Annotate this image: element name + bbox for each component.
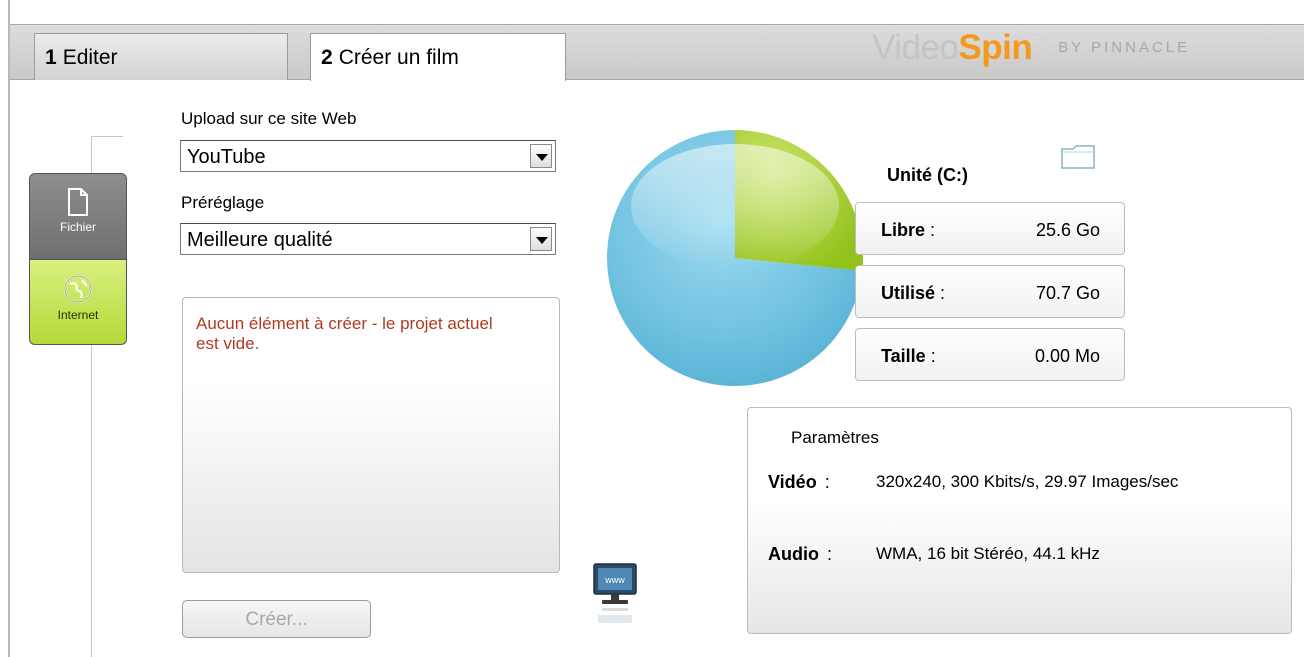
nav-file-label: Fichier xyxy=(59,220,96,234)
globe-icon xyxy=(64,275,92,303)
audio-label: Audio xyxy=(768,544,819,564)
pie-gloss xyxy=(631,144,839,268)
project-size-row: Taille : 0.00 Mo xyxy=(855,328,1125,381)
logo-spin-text: Spin xyxy=(958,28,1033,67)
nav-internet-label: Internet xyxy=(57,308,99,322)
video-key: Vidéo: xyxy=(768,472,830,493)
nav-file-button[interactable]: Fichier xyxy=(29,173,127,261)
audio-colon: : xyxy=(827,544,833,564)
videospin-logo: VideoSpin BY PINNACLE xyxy=(872,28,1190,68)
audio-settings-value: WMA, 16 bit Stéréo, 44.1 kHz xyxy=(876,544,1100,563)
disk-free-value: 25.6 Go xyxy=(1035,220,1100,240)
disk-used-label: Utilisé xyxy=(881,283,936,303)
disk-free-key: Libre : xyxy=(881,220,935,241)
parameters-title: Paramètres xyxy=(791,428,879,447)
status-message: Aucun élément à créer - le projet actuel… xyxy=(196,314,493,353)
chevron-down-icon[interactable] xyxy=(530,144,552,168)
nav-internet-button[interactable]: Internet xyxy=(29,259,127,345)
status-message-box: Aucun élément à créer - le projet actuel… xyxy=(182,297,560,573)
preset-value: Meilleure qualité xyxy=(187,229,333,251)
upload-site-value: YouTube xyxy=(187,146,266,168)
tab-edit-number: 1 xyxy=(45,46,57,69)
tab-edit-label: Editer xyxy=(62,46,118,69)
logo-video-text: Video xyxy=(872,28,959,67)
project-size-colon: : xyxy=(930,346,936,366)
upload-site-label: Upload sur ce site Web xyxy=(181,109,357,128)
video-colon: : xyxy=(824,472,830,492)
www-monitor-icon: www xyxy=(593,563,637,623)
create-button[interactable]: Créer... xyxy=(182,600,371,638)
logo-arc-icon xyxy=(1034,33,1049,63)
disk-used-key: Utilisé : xyxy=(881,283,945,304)
tab-create-number: 2 xyxy=(321,46,333,69)
nav-connector-top xyxy=(91,136,123,137)
tab-create-label: Créer un film xyxy=(338,46,459,69)
window-left-border xyxy=(8,0,10,657)
disk-free-row: Libre : 25.6 Go xyxy=(855,202,1125,255)
disk-used-value: 70.7 Go xyxy=(1035,283,1100,303)
document-icon xyxy=(68,188,88,216)
drive-label: Unité (C:) xyxy=(887,165,968,185)
svg-text:www: www xyxy=(604,575,625,585)
parameters-panel: Paramètres Vidéo: 320x240, 300 Kbits/s, … xyxy=(747,407,1292,634)
preset-select[interactable]: Meilleure qualité xyxy=(180,223,556,255)
logo-byline: BY PINNACLE xyxy=(1058,39,1191,56)
disk-free-colon: : xyxy=(930,220,936,240)
tab-create-movie[interactable]: 2 Créer un film xyxy=(310,33,566,81)
project-size-value: 0.00 Mo xyxy=(1034,346,1100,366)
disk-free-label: Libre xyxy=(881,220,926,240)
preset-label: Préréglage xyxy=(181,193,265,212)
folder-icon[interactable] xyxy=(1060,142,1096,172)
tab-edit[interactable]: 1 Editer xyxy=(34,33,288,80)
video-settings-value: 320x240, 300 Kbits/s, 29.97 Images/sec xyxy=(876,472,1179,491)
audio-key: Audio: xyxy=(768,544,832,565)
disk-used-row: Utilisé : 70.7 Go xyxy=(855,265,1125,318)
disk-used-colon: : xyxy=(940,283,946,303)
video-label: Vidéo xyxy=(768,472,817,492)
project-size-label: Taille xyxy=(881,346,926,366)
chevron-down-icon[interactable] xyxy=(530,227,552,251)
upload-site-select[interactable]: YouTube xyxy=(180,140,556,172)
project-size-key: Taille : xyxy=(881,346,936,367)
disk-usage-pie xyxy=(607,130,863,387)
